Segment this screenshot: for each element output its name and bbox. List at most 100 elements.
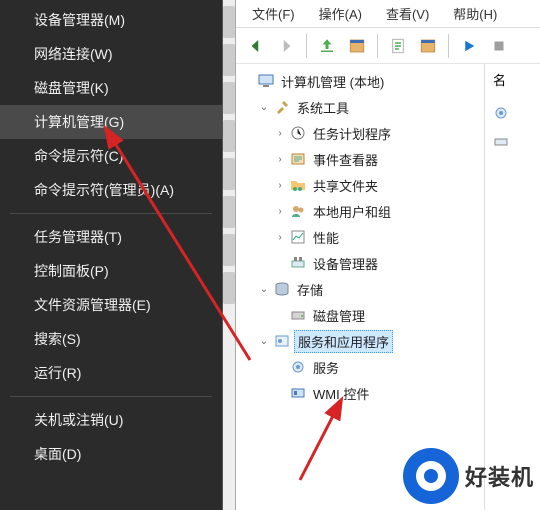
- expand-toggle[interactable]: ⌄: [258, 102, 270, 113]
- actions-item[interactable]: [493, 127, 532, 155]
- computer-management-window: 文件(F) 操作(A) 查看(V) 帮助(H): [236, 0, 540, 510]
- toolbar-separator: [306, 34, 307, 58]
- tree-local-users-groups[interactable]: › 本地用户和组: [242, 198, 484, 224]
- expand-toggle[interactable]: ›: [274, 154, 286, 165]
- ctx-item-disk-management[interactable]: 磁盘管理(K): [0, 71, 222, 105]
- ctx-item-search[interactable]: 搜索(S): [0, 322, 222, 356]
- tree-label: 计算机管理 (本地): [278, 71, 387, 92]
- ctx-item-desktop[interactable]: 桌面(D): [0, 437, 222, 471]
- tree-label: 本地用户和组: [310, 201, 394, 222]
- tree-services[interactable]: › 服务: [242, 354, 484, 380]
- actions-item[interactable]: [493, 99, 532, 127]
- ctx-item-computer-management[interactable]: 计算机管理(G): [0, 105, 222, 139]
- tree-label: 共享文件夹: [310, 175, 381, 196]
- refresh-icon: [419, 37, 437, 55]
- gear-icon: [493, 105, 509, 121]
- ctx-label: 关机或注销(U): [34, 412, 123, 428]
- device-manager-icon: [290, 255, 306, 271]
- ctx-item-run[interactable]: 运行(R): [0, 356, 222, 390]
- tree-label: 事件查看器: [310, 149, 381, 170]
- ctx-item-network-connections[interactable]: 网络连接(W): [0, 37, 222, 71]
- view-options-icon: [348, 37, 366, 55]
- expand-toggle[interactable]: ›: [274, 128, 286, 139]
- tree-root-computer-management[interactable]: ▾ 计算机管理 (本地): [242, 68, 484, 94]
- menu-help[interactable]: 帮助(H): [453, 4, 497, 23]
- ctx-label: 控制面板(P): [34, 263, 109, 279]
- expand-toggle[interactable]: ›: [274, 206, 286, 217]
- wmi-icon: [290, 385, 306, 401]
- actions-header: 名: [493, 70, 532, 89]
- properties-icon: [389, 37, 407, 55]
- stop-service-icon: [490, 37, 508, 55]
- ctx-label: 命令提示符(C): [34, 148, 123, 164]
- ctx-label: 磁盘管理(K): [34, 80, 109, 96]
- ctx-item-command-prompt[interactable]: 命令提示符(C): [0, 139, 222, 173]
- services-apps-icon: [274, 333, 290, 349]
- ctx-label: 运行(R): [34, 365, 81, 381]
- tree-label: 服务和应用程序: [294, 330, 393, 353]
- actions-pane: 名: [484, 64, 540, 510]
- view-button[interactable]: [343, 32, 371, 60]
- watermark-brand: 好装机: [403, 448, 534, 504]
- tree-disk-management[interactable]: › 磁盘管理: [242, 302, 484, 328]
- tree-event-viewer[interactable]: › 事件查看器: [242, 146, 484, 172]
- winx-context-menu: 设备管理器(M) 网络连接(W) 磁盘管理(K) 计算机管理(G) 命令提示符(…: [0, 0, 222, 510]
- tree-label: 服务: [310, 357, 342, 378]
- ctx-item-task-manager[interactable]: 任务管理器(T): [0, 220, 222, 254]
- refresh-button[interactable]: [414, 32, 442, 60]
- ctx-item-file-explorer[interactable]: 文件资源管理器(E): [0, 288, 222, 322]
- forward-arrow-icon: [277, 37, 295, 55]
- tree-label: 任务计划程序: [310, 123, 394, 144]
- ctx-separator: [10, 213, 212, 214]
- services-gear-icon: [290, 359, 306, 375]
- menu-file[interactable]: 文件(F): [252, 4, 295, 23]
- ctx-label: 命令提示符(管理员)(A): [34, 182, 174, 198]
- forward-button[interactable]: [272, 32, 300, 60]
- device-icon: [493, 133, 509, 149]
- properties-button[interactable]: [384, 32, 412, 60]
- storage-icon: [274, 281, 290, 297]
- tree-label: 磁盘管理: [310, 305, 368, 326]
- computer-icon: [258, 73, 274, 89]
- menu-action[interactable]: 操作(A): [319, 4, 362, 23]
- tree-system-tools[interactable]: ⌄ 系统工具: [242, 94, 484, 120]
- ctx-item-command-prompt-admin[interactable]: 命令提示符(管理员)(A): [0, 173, 222, 207]
- performance-icon: [290, 229, 306, 245]
- event-viewer-icon: [290, 151, 306, 167]
- tree-shared-folders[interactable]: › 共享文件夹: [242, 172, 484, 198]
- tree-storage[interactable]: ⌄ 存储: [242, 276, 484, 302]
- expand-toggle[interactable]: ›: [274, 232, 286, 243]
- shared-folder-icon: [290, 177, 306, 193]
- start-service-button[interactable]: [455, 32, 483, 60]
- users-icon: [290, 203, 306, 219]
- menu-view[interactable]: 查看(V): [386, 4, 429, 23]
- nav-tree: ▾ 计算机管理 (本地) ⌄ 系统工具 › 任务计划程序: [236, 64, 484, 510]
- tree-performance[interactable]: › 性能: [242, 224, 484, 250]
- tree-wmi-control[interactable]: › WMI 控件: [242, 380, 484, 406]
- ctx-label: 桌面(D): [34, 446, 81, 462]
- ctx-label: 计算机管理(G): [34, 114, 124, 130]
- up-icon: [318, 37, 336, 55]
- ctx-item-shutdown-signout[interactable]: 关机或注销(U): [0, 403, 222, 437]
- ctx-label: 搜索(S): [34, 331, 81, 347]
- up-button[interactable]: [313, 32, 341, 60]
- tree-task-scheduler[interactable]: › 任务计划程序: [242, 120, 484, 146]
- stop-service-button[interactable]: [485, 32, 513, 60]
- tree-label: 性能: [310, 227, 342, 248]
- expand-toggle[interactable]: ›: [274, 180, 286, 191]
- ctx-item-device-manager[interactable]: 设备管理器(M): [0, 3, 222, 37]
- tree-device-manager[interactable]: › 设备管理器: [242, 250, 484, 276]
- expand-toggle[interactable]: ⌄: [258, 284, 270, 295]
- expand-toggle[interactable]: ⌄: [258, 336, 270, 347]
- toolbar-separator: [377, 34, 378, 58]
- tree-services-and-applications[interactable]: ⌄ 服务和应用程序: [242, 328, 484, 354]
- clock-icon: [290, 125, 306, 141]
- ctx-separator: [10, 396, 212, 397]
- back-button[interactable]: [242, 32, 270, 60]
- ctx-item-control-panel[interactable]: 控制面板(P): [0, 254, 222, 288]
- toolbar: [236, 28, 540, 64]
- divider-strip: [222, 0, 236, 510]
- tools-icon: [274, 99, 290, 115]
- tree-label: 存储: [294, 279, 326, 300]
- tree-label: 系统工具: [294, 97, 352, 118]
